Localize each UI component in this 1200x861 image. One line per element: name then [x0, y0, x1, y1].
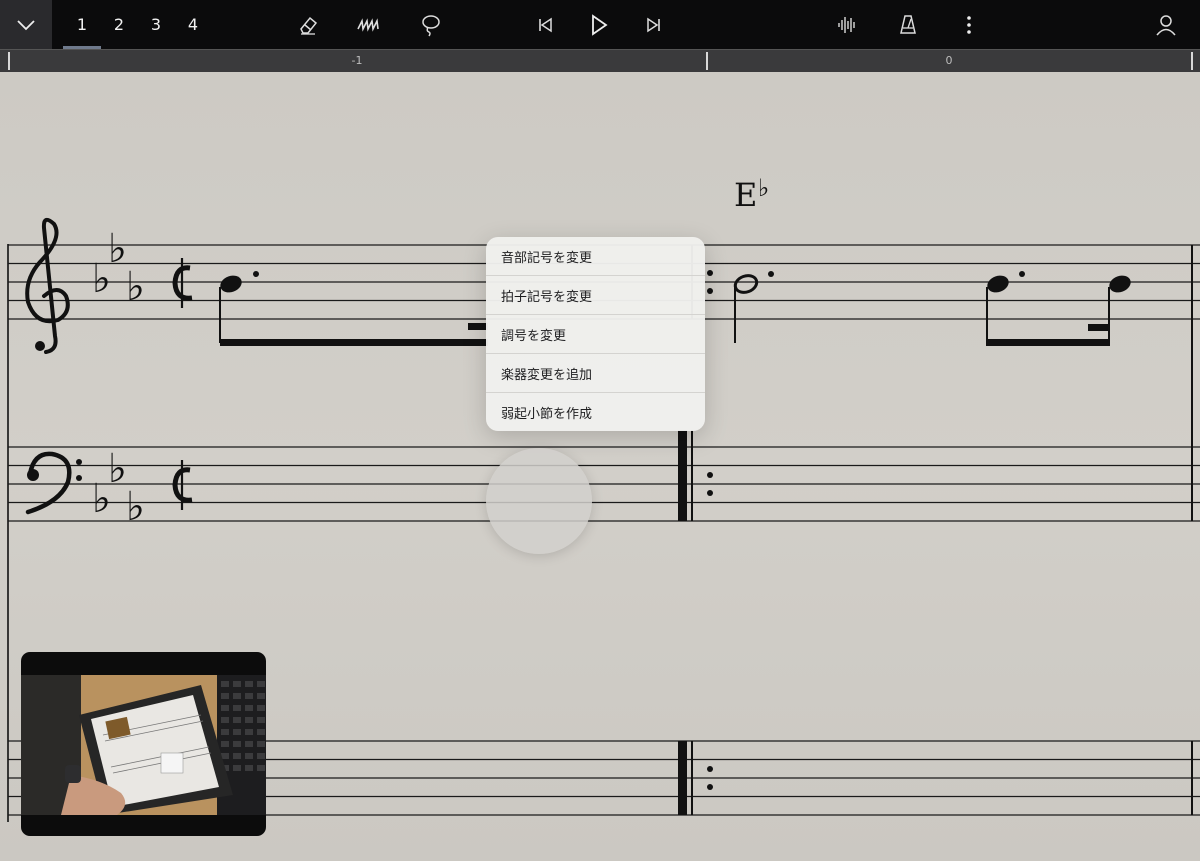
menu-add-instrument-change[interactable]: 楽器変更を追加: [486, 354, 705, 393]
sixteenth-note: [1108, 275, 1131, 346]
beam: [220, 339, 488, 346]
lasso-icon: [422, 15, 440, 37]
skip-forward-button[interactable]: [638, 9, 670, 41]
sixteenth-beam: [1088, 324, 1110, 331]
bass-clef-icon: [25, 451, 82, 515]
treble-key-signature: ♭ ♭ ♭: [92, 226, 145, 310]
chord-symbol: E ♭: [734, 174, 769, 214]
page-tab-4[interactable]: 4: [176, 0, 210, 49]
video-frame: [21, 675, 266, 815]
skip-back-button[interactable]: [529, 9, 561, 41]
more-button[interactable]: [953, 9, 985, 41]
pen-button[interactable]: [353, 9, 385, 41]
more-vertical-icon: [967, 16, 971, 34]
touch-indicator: [486, 448, 592, 554]
ruler-tick: [1191, 52, 1193, 70]
eraser-icon: [300, 16, 318, 35]
page-tab-2[interactable]: 2: [102, 0, 136, 49]
menu-change-time-signature[interactable]: 拍子記号を変更: [486, 276, 705, 315]
chord-accidental: ♭: [758, 174, 769, 202]
page-tab-3[interactable]: 3: [139, 0, 173, 49]
svg-text:♭: ♭: [126, 264, 145, 310]
sixteenth-beam: [468, 323, 488, 330]
play-button[interactable]: [583, 9, 615, 41]
menu-change-key-signature[interactable]: 調号を変更: [486, 315, 705, 354]
ruler-label-zero: 0: [945, 54, 953, 67]
user-icon: [1156, 15, 1176, 36]
bass-key-signature: ♭ ♭ ♭: [92, 446, 145, 530]
collapse-toolbar-button[interactable]: [0, 0, 52, 49]
picture-in-picture-video[interactable]: [21, 652, 266, 836]
chevron-down-icon: [17, 19, 35, 30]
beam: [987, 339, 1110, 346]
menu-create-pickup-measure[interactable]: 弱起小節を作成: [486, 393, 705, 431]
skip-back-icon: [539, 17, 552, 33]
treble-clef-icon: [25, 217, 70, 354]
metronome-button[interactable]: [892, 9, 924, 41]
ruler-label-minus-one: -1: [351, 54, 363, 67]
ruler-tick: [706, 52, 708, 70]
menu-change-clef[interactable]: 音部記号を変更: [486, 237, 705, 276]
account-button[interactable]: [1150, 9, 1182, 41]
svg-text:♭: ♭: [126, 484, 145, 530]
video-content-image: [21, 675, 266, 815]
context-menu: 音部記号を変更 拍子記号を変更 調号を変更 楽器変更を追加 弱起小節を作成: [486, 237, 705, 431]
audio-waveform-icon: [838, 17, 855, 33]
svg-text:♭: ♭: [108, 226, 127, 272]
chord-root: E: [734, 176, 757, 214]
top-toolbar: 1 2 3 4: [0, 0, 1200, 49]
measure-ruler[interactable]: -1 0: [0, 49, 1200, 72]
pen-scribble-icon: [357, 18, 379, 32]
skip-forward-icon: [647, 17, 660, 33]
eraser-button[interactable]: [292, 9, 324, 41]
page-tab-1[interactable]: 1: [63, 0, 101, 49]
ruler-tick: [8, 52, 10, 70]
svg-text:♭: ♭: [108, 446, 127, 492]
lasso-button[interactable]: [415, 9, 447, 41]
bass-staff: [8, 446, 1200, 522]
audio-button[interactable]: [831, 9, 863, 41]
play-icon: [592, 14, 608, 36]
metronome-icon: [900, 15, 916, 34]
